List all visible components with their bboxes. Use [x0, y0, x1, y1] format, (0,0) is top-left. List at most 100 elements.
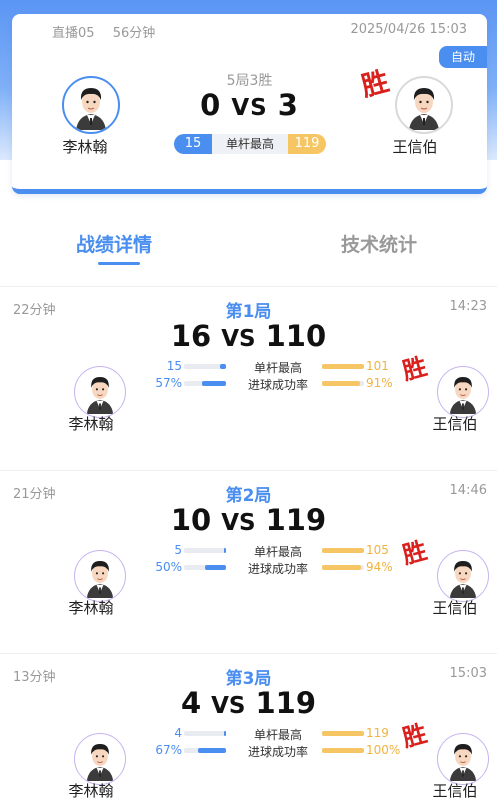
- rate-right-bar: [322, 381, 364, 386]
- avatar-player-right[interactable]: [395, 76, 453, 134]
- break-left-value: 15: [166, 359, 182, 373]
- bar-fill: [202, 381, 226, 386]
- round-time: 14:23: [449, 299, 487, 314]
- score-left: 0: [200, 88, 222, 122]
- round-card[interactable]: 21分钟 第2局 14:46 10 VS 119 5 单杆最高 105 50% 进球…: [0, 471, 497, 655]
- vs-label: VS: [221, 510, 256, 536]
- break-left-bar: [184, 548, 226, 553]
- stat-row-highest-break: 4 单杆最高 119: [150, 726, 410, 742]
- round-score: 4 VS 119: [0, 686, 497, 720]
- match-datetime: 2025/04/26 15:03: [350, 22, 467, 37]
- break-right-value: 105: [366, 543, 389, 557]
- player-left-name: 李林翰: [68, 415, 114, 433]
- player-avatar-icon: [399, 80, 449, 130]
- match-duration: 56分钟: [112, 26, 156, 41]
- player-right-name: 王信伯: [432, 782, 478, 800]
- vs-label: VS: [211, 693, 246, 719]
- avatar-player-left[interactable]: [74, 733, 126, 785]
- tab-active-indicator: [98, 262, 140, 265]
- stat-row-pot-rate: 67% 进球成功率 100%: [150, 743, 410, 759]
- round-score-right: 110: [265, 319, 327, 353]
- round-score-left: 4: [180, 686, 202, 720]
- break-left-value: 4: [174, 726, 182, 740]
- stat-row-pot-rate: 57% 进球成功率 91%: [150, 376, 410, 392]
- rate-right-bar: [322, 565, 364, 570]
- rate-label: 进球成功率: [247, 378, 308, 392]
- round-score: 10 VS 119: [0, 503, 497, 537]
- bar-fill: [197, 748, 226, 753]
- player-avatar-icon: [441, 554, 485, 598]
- vs-label: VS: [231, 95, 268, 121]
- stat-row-highest-break: 15 单杆最高 101: [150, 359, 410, 375]
- bar-fill: [322, 381, 361, 386]
- rate-left-value: 67%: [155, 743, 182, 757]
- player-right-name: 王信伯: [432, 415, 478, 433]
- break-label: 单杆最高: [253, 361, 302, 375]
- rate-left-bar: [184, 381, 226, 386]
- bar-fill: [322, 565, 362, 570]
- avatar-player-right[interactable]: [437, 550, 489, 602]
- auto-badge[interactable]: 自动: [439, 46, 487, 68]
- rate-right-value: 94%: [366, 560, 393, 574]
- avatar-player-right[interactable]: [437, 366, 489, 418]
- player-avatar-icon: [78, 554, 122, 598]
- break-left-value: 5: [174, 543, 182, 557]
- tab-details[interactable]: 战绩详情: [76, 230, 152, 257]
- stat-row-highest-break: 5 单杆最高 105: [150, 543, 410, 559]
- rate-left-value: 57%: [155, 376, 182, 390]
- highest-break-label: 单杆最高: [212, 134, 288, 154]
- player-left-name: 李林翰: [68, 782, 114, 800]
- match-meta: 直播05 56分钟: [52, 22, 155, 41]
- rate-right-value: 100%: [366, 743, 401, 757]
- round-score: 16 VS 110: [0, 319, 497, 353]
- tab-stats[interactable]: 技术统计: [341, 230, 417, 257]
- player-left-name: 李林翰: [62, 138, 108, 156]
- player-right-name: 王信伯: [392, 138, 438, 156]
- break-right-bar: [322, 731, 364, 736]
- highest-break-left: 15: [174, 134, 212, 154]
- vs-label: VS: [221, 326, 256, 352]
- rate-right-value: 91%: [366, 376, 393, 390]
- tab-bar: 战绩详情 技术统计: [0, 230, 497, 270]
- bar-fill: [205, 565, 226, 570]
- match-summary-card: 直播05 56分钟 2025/04/26 15:03 自动 李林翰 5局3胜 0…: [12, 14, 487, 194]
- player-avatar-icon: [441, 737, 485, 781]
- bar-fill: [223, 548, 226, 553]
- player-right-name: 王信伯: [432, 599, 478, 617]
- score-right: 3: [277, 88, 299, 122]
- break-right-bar: [322, 364, 364, 369]
- break-label: 单杆最高: [253, 545, 302, 559]
- round-score-left: 16: [170, 319, 212, 353]
- channel-label: 直播05: [52, 26, 95, 41]
- round-score-left: 10: [170, 503, 212, 537]
- bar-fill: [224, 731, 226, 736]
- bar-fill: [322, 548, 364, 553]
- avatar-player-right[interactable]: [437, 733, 489, 785]
- round-card[interactable]: 22分钟 第1局 14:23 16 VS 110 15 单杆最高 101 57% 进…: [0, 287, 497, 471]
- break-left-bar: [184, 731, 226, 736]
- stat-row-pot-rate: 50% 进球成功率 94%: [150, 560, 410, 576]
- break-right-value: 101: [366, 359, 389, 373]
- avatar-player-left[interactable]: [74, 550, 126, 602]
- rate-label: 进球成功率: [247, 745, 308, 759]
- bar-fill: [322, 748, 364, 753]
- break-right-value: 119: [366, 726, 389, 740]
- avatar-player-left[interactable]: [74, 366, 126, 418]
- round-time: 15:03: [449, 666, 487, 681]
- rate-right-bar: [322, 748, 364, 753]
- break-right-bar: [322, 548, 364, 553]
- rate-left-bar: [184, 565, 226, 570]
- round-card[interactable]: 13分钟 第3局 15:03 4 VS 119 4 单杆最高 119 67% 进球成…: [0, 654, 497, 808]
- break-left-bar: [184, 364, 226, 369]
- rate-left-value: 50%: [155, 560, 182, 574]
- rate-label: 进球成功率: [247, 562, 308, 576]
- highest-break-right: 119: [288, 134, 326, 154]
- highest-break-bar: 15 单杆最高 119: [174, 134, 326, 154]
- player-avatar-icon: [441, 370, 485, 414]
- player-avatar-icon: [78, 737, 122, 781]
- bar-fill: [322, 731, 364, 736]
- round-time: 14:46: [449, 483, 487, 498]
- bar-fill: [322, 364, 364, 369]
- break-label: 单杆最高: [253, 728, 302, 742]
- bar-fill: [219, 364, 226, 369]
